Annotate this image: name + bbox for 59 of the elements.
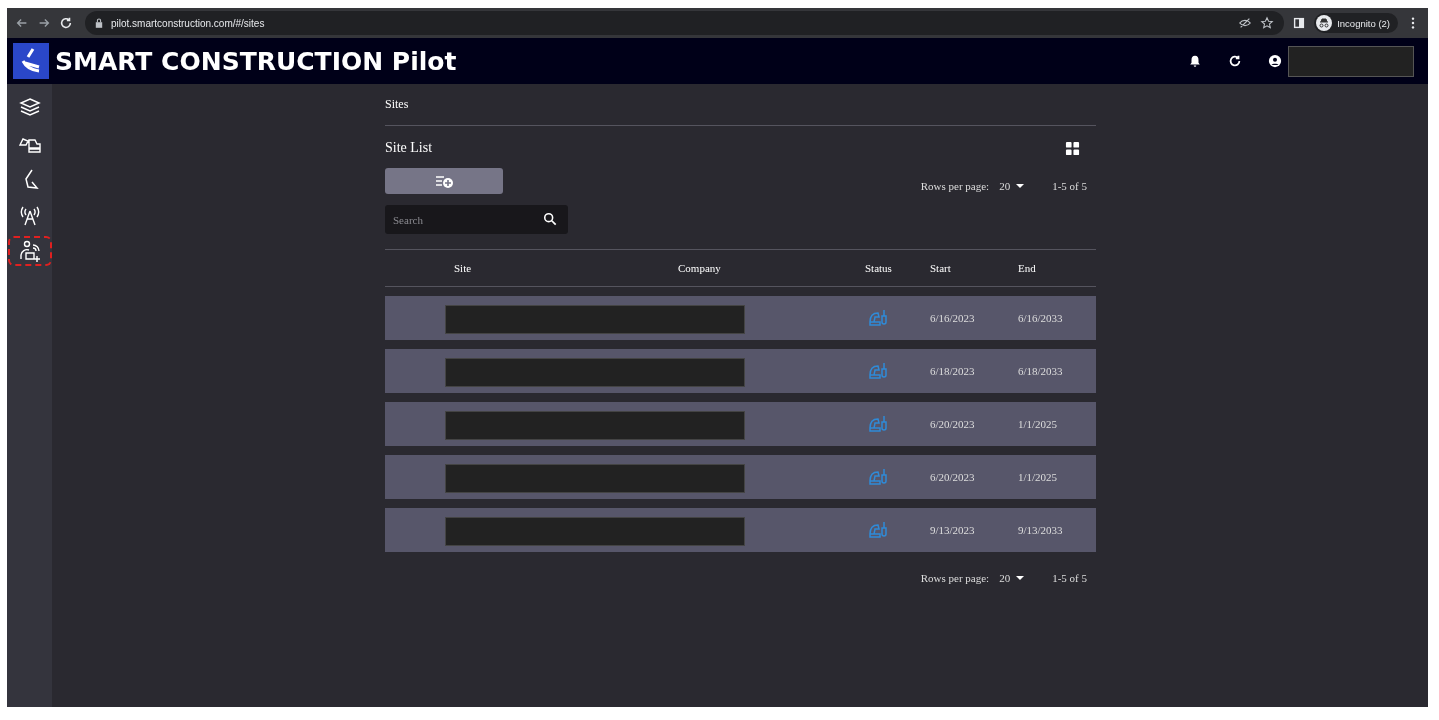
table-row[interactable]: 6/16/2023 6/16/2033 — [385, 296, 1096, 340]
forward-arrow-icon[interactable] — [37, 16, 51, 30]
list-add-icon — [434, 173, 454, 189]
table-cell: 1/1/2025 — [1018, 418, 1058, 430]
excavator-shovel-icon — [869, 414, 889, 434]
logo-icon — [13, 43, 49, 79]
lock-icon — [95, 18, 103, 28]
page-range-text: 1-5 of 5 — [1052, 572, 1087, 584]
table-row[interactable]: 6/20/2023 1/1/2025 — [385, 402, 1096, 446]
breadcrumb[interactable]: Sites — [385, 84, 1096, 125]
app-title: SMART CONSTRUCTION Pilot — [55, 46, 457, 76]
table-cell: 6/20/2023 — [930, 418, 975, 430]
table-cell: 6/16/2033 — [1018, 312, 1063, 324]
column-header[interactable]: Company — [678, 262, 721, 274]
column-header[interactable]: Status — [865, 262, 892, 274]
table-cell: 6/20/2023 — [930, 471, 975, 483]
add-site-button[interactable] — [385, 168, 503, 194]
excavator-shovel-icon — [869, 361, 889, 381]
url-text: pilot.smartconstruction.com/#/sites — [111, 17, 265, 29]
address-bar[interactable]: pilot.smartconstruction.com/#/sites — [85, 11, 1285, 35]
incognito-icon — [1316, 15, 1333, 31]
caret-icon — [1016, 183, 1025, 189]
excavator-shovel-icon — [869, 467, 889, 487]
column-header[interactable]: End — [1018, 262, 1036, 274]
sidebar-item[interactable] — [7, 236, 52, 266]
user-device-icon — [17, 239, 42, 263]
table-cell: 9/13/2033 — [1018, 524, 1063, 536]
page-heading: Site List — [385, 140, 433, 156]
table-cell: 9/13/2023 — [930, 524, 975, 536]
page-range-text: 1-5 of 5 — [1052, 180, 1087, 192]
eye-slash-icon[interactable] — [1238, 16, 1253, 30]
rows-per-page-select[interactable]: 20 — [999, 180, 1025, 192]
grid-view-icon[interactable] — [1065, 140, 1080, 156]
incognito-profile-button[interactable]: Incognito (2) — [1314, 13, 1398, 33]
excavator-shovel-icon — [869, 520, 889, 540]
back-arrow-icon[interactable] — [15, 16, 29, 30]
table-cell: 6/16/2023 — [930, 312, 975, 324]
refresh-icon[interactable] — [1228, 54, 1242, 68]
excavator-shovel-icon — [869, 308, 889, 328]
table-row[interactable]: 9/13/2023 9/13/2033 — [385, 508, 1096, 552]
reload-icon[interactable] — [59, 16, 73, 30]
column-header[interactable]: Start — [930, 262, 951, 274]
table-cell: 6/18/2033 — [1018, 365, 1063, 377]
search-icon[interactable] — [543, 212, 557, 226]
caret-icon — [1016, 575, 1025, 581]
table-row[interactable]: 6/20/2023 1/1/2025 — [385, 455, 1096, 499]
bell-icon[interactable] — [1188, 54, 1202, 68]
rows-per-page-select[interactable]: 20 — [999, 572, 1025, 584]
layers-icon — [17, 95, 42, 119]
rows-per-page-label: Rows per page: — [920, 572, 990, 584]
side-panel-icon[interactable] — [1292, 16, 1307, 30]
star-icon[interactable] — [1260, 16, 1275, 30]
table-cell: 6/18/2023 — [930, 365, 975, 377]
table-row[interactable]: 6/18/2023 6/18/2033 — [385, 349, 1096, 393]
rows-per-page-label: Rows per page: — [920, 180, 990, 192]
search-field[interactable]: Search — [385, 205, 568, 234]
table-cell: 1/1/2025 — [1018, 471, 1058, 483]
account-circle-icon[interactable] — [1268, 54, 1282, 68]
column-header[interactable]: Site — [454, 262, 472, 274]
